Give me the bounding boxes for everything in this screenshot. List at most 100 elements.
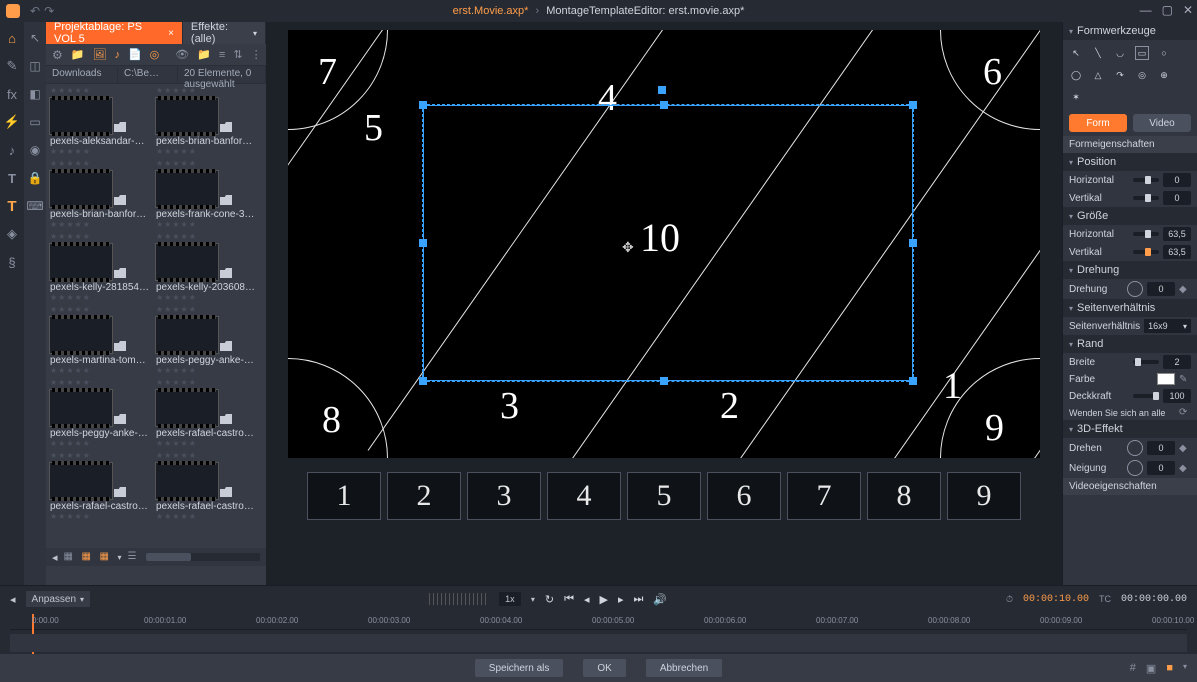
color-swatch[interactable] (1157, 373, 1175, 385)
ellipse-icon[interactable]: ◯ (1069, 68, 1083, 82)
view-grid-icon[interactable]: ▦ (82, 551, 94, 563)
tool2-cursor-icon[interactable]: ↖ (27, 30, 43, 46)
timeline-track[interactable] (10, 634, 1187, 652)
keyframe-slot[interactable]: 8 (867, 472, 941, 520)
curve-icon[interactable]: ◡ (1113, 46, 1127, 60)
timecode-position[interactable]: 00:00:00.00 (1121, 594, 1187, 605)
selection-box[interactable] (423, 105, 913, 381)
sect-drehung[interactable]: ▾Drehung (1063, 261, 1197, 279)
slider-pos-h[interactable] (1133, 178, 1159, 182)
media-item[interactable]: ★★★★★pexels-rafael-castro-…★★★★★ (50, 451, 150, 522)
handle-e[interactable] (909, 239, 917, 247)
handle-n[interactable] (660, 101, 668, 109)
val-pos-h[interactable]: 0 (1163, 173, 1191, 187)
tool-layers-icon[interactable]: ◈ (4, 226, 20, 242)
stepper-icon[interactable]: ◆ (1179, 463, 1191, 474)
close-icon[interactable]: ✕ (1183, 3, 1193, 17)
audio-icon[interactable]: ♪ (114, 49, 120, 61)
video-button[interactable]: Video (1133, 114, 1191, 132)
view-list-icon[interactable]: ▦ (64, 551, 76, 563)
val-pos-v[interactable]: 0 (1163, 191, 1191, 205)
eyedropper-icon[interactable]: ✎ (1179, 374, 1191, 385)
slider-size-h[interactable] (1133, 232, 1159, 236)
time-ruler[interactable]: 0:00.0000:00:01.0000:00:02.0000:00:03.00… (10, 614, 1187, 630)
media-item[interactable]: ★★★★★pexels-rafael-castro-…★★★★★ (156, 451, 256, 522)
step-back-icon[interactable]: ◂ (584, 593, 590, 606)
scrub-bar[interactable] (429, 593, 489, 605)
tool2-lock-icon[interactable]: 🔒 (27, 170, 43, 186)
image-icon[interactable]: 🖼 (92, 48, 106, 61)
tool2-keyboard-icon[interactable]: ⌨ (27, 198, 43, 214)
val-drehen[interactable]: 0 (1147, 441, 1175, 455)
keyframe-slot[interactable]: 9 (947, 472, 1021, 520)
aspect-select[interactable]: 16x9▾ (1144, 319, 1191, 333)
sect-videoeig[interactable]: Videoeigenschaften (1063, 478, 1197, 495)
tool-title-icon[interactable]: T (4, 198, 20, 214)
save-as-button[interactable]: Speichern als (475, 659, 564, 677)
col-downloads[interactable]: Downloads (46, 66, 118, 83)
media-item[interactable]: ★★★★★pexels-peggy-anke-…★★★★★ (156, 305, 256, 376)
keyframe-slot[interactable]: 2 (387, 472, 461, 520)
preview-canvas[interactable]: 7 5 4 6 8 3 2 1 9 10 ✥ (288, 30, 1040, 458)
fit-dropdown[interactable]: Anpassen▾ (26, 591, 91, 607)
tool2-clip-icon[interactable]: ▭ (27, 114, 43, 130)
slider-size-v[interactable] (1133, 250, 1159, 254)
go-end-icon[interactable]: ⏭ (634, 593, 644, 606)
slider-breite[interactable] (1133, 360, 1159, 364)
tool-spiral-icon[interactable]: § (4, 254, 20, 270)
volume-icon[interactable]: 🔊 (653, 593, 667, 606)
collapse-icon[interactable]: ◂ (10, 593, 16, 606)
val-drehung[interactable]: 0 (1147, 282, 1175, 296)
tab-effects[interactable]: Effekte: (alle) ▾ (183, 22, 266, 44)
list-icon[interactable]: ≡ (219, 49, 225, 61)
media-item[interactable]: ★★★★★pexels-brian-banfor…★★★★★ (50, 159, 150, 230)
sect-position[interactable]: ▾Position (1063, 153, 1197, 171)
folder2-icon[interactable]: 📁 (197, 48, 211, 61)
eye-icon[interactable]: 👁 (175, 48, 189, 61)
ok-button[interactable]: OK (583, 659, 625, 677)
rotate-handle[interactable] (658, 86, 666, 94)
handle-w[interactable] (419, 239, 427, 247)
tool-edit-icon[interactable]: ✎ (4, 58, 20, 74)
media-item[interactable]: ★★★★★pexels-kelly-203608…★★★★★ (156, 232, 256, 303)
triangle-icon[interactable]: △ (1091, 68, 1105, 82)
crumb-editor[interactable]: MontageTemplateEditor: erst.movie.axp* (546, 5, 744, 17)
sect-seit[interactable]: ▾Seitenverhältnis (1063, 299, 1197, 317)
keyframe-slot[interactable]: 7 (787, 472, 861, 520)
val-neigung[interactable]: 0 (1147, 461, 1175, 475)
keyframe-slot[interactable]: 5 (627, 472, 701, 520)
val-deck[interactable]: 100 (1163, 389, 1191, 403)
media-item[interactable]: ★★★★★pexels-frank-cone-3…★★★★★ (156, 159, 256, 230)
pointer-icon[interactable]: ↖ (1069, 46, 1083, 60)
keyframe-slot[interactable]: 4 (547, 472, 621, 520)
loop-icon[interactable]: ↻ (545, 593, 554, 606)
val-breite[interactable]: 2 (1163, 355, 1191, 369)
target-icon[interactable]: ◎ (150, 48, 160, 61)
timeline[interactable]: 0:00.0000:00:01.0000:00:02.0000:00:03.00… (0, 612, 1197, 654)
apply-all-icon[interactable]: ⟳ (1179, 407, 1191, 418)
sect-rand[interactable]: ▾Rand (1063, 335, 1197, 353)
collapse-icon[interactable]: ◂ (52, 551, 58, 564)
tool2-eye-icon[interactable]: ◉ (27, 142, 43, 158)
undo-icon[interactable]: ↶ (30, 4, 40, 18)
val-size-v[interactable]: 63,5 (1163, 245, 1191, 259)
crumb-file[interactable]: erst.Movie.axp* (453, 5, 529, 17)
keyframe-slot[interactable]: 3 (467, 472, 541, 520)
stepper-icon[interactable]: ◆ (1179, 284, 1191, 295)
tool-fx-icon[interactable]: fx (4, 86, 20, 102)
redo-icon[interactable]: ↷ (44, 4, 54, 18)
minimize-icon[interactable]: — (1140, 3, 1152, 17)
tool-text-icon[interactable]: T (4, 170, 20, 186)
tab-project[interactable]: Projektablage: PS VOL 5 × (46, 22, 183, 44)
star-icon[interactable]: ✶ (1069, 90, 1083, 104)
maximize-icon[interactable]: ▢ (1162, 3, 1173, 17)
view-detail-icon[interactable]: ▦ (100, 551, 112, 563)
form-button[interactable]: Form (1069, 114, 1127, 132)
doc-icon[interactable]: 📄 (128, 48, 142, 61)
media-item[interactable]: ★★★★★pexels-peggy-anke-…★★★★★ (50, 378, 150, 449)
val-size-h[interactable]: 63,5 (1163, 227, 1191, 241)
slider-deck[interactable] (1133, 394, 1159, 398)
tab-dropdown-icon[interactable]: ▾ (253, 29, 257, 38)
dial-drehen[interactable] (1127, 440, 1143, 456)
handle-ne[interactable] (909, 101, 917, 109)
